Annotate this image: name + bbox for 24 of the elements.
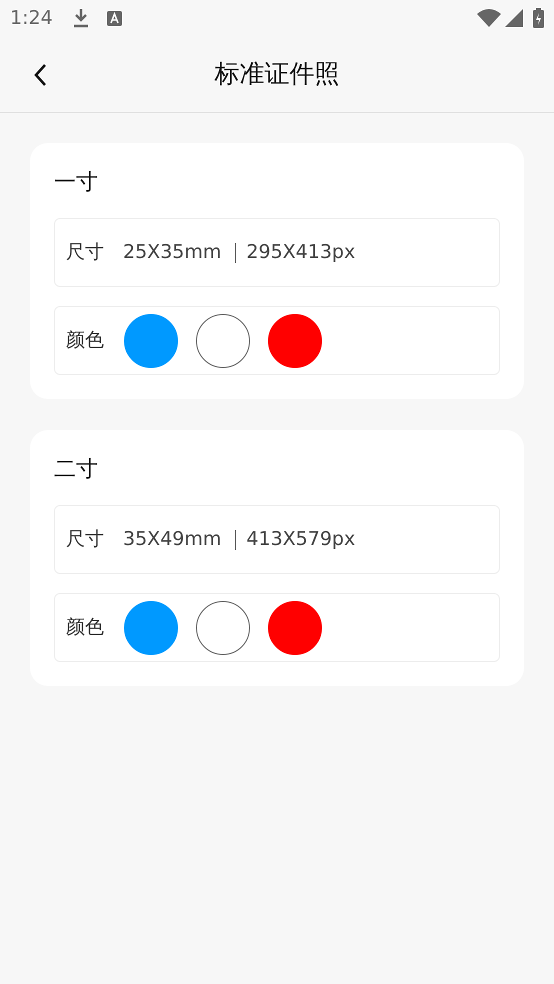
card-title: 一寸 <box>54 169 98 197</box>
color-swatch[interactable] <box>124 314 178 368</box>
size-mm: 35X49mm <box>123 527 222 552</box>
color-label: 颜色 <box>66 328 104 354</box>
size-mm: 25X35mm <box>123 240 222 266</box>
color-swatch[interactable] <box>196 600 250 654</box>
page-title: 标准证件照 <box>214 58 340 90</box>
color-swatch[interactable] <box>268 314 322 368</box>
color-swatch[interactable] <box>196 314 250 368</box>
color-swatch[interactable] <box>268 600 322 654</box>
color-label: 颜色 <box>66 615 104 640</box>
size-px: 295X413px <box>246 240 356 266</box>
text-icon <box>106 10 122 26</box>
signal-icon <box>505 9 523 27</box>
size-px: 413X579px <box>246 527 356 552</box>
size-label: 尺寸 <box>66 527 104 552</box>
battery-icon <box>533 8 544 28</box>
wifi-icon <box>477 9 501 27</box>
download-icon <box>72 8 89 28</box>
back-icon <box>33 63 47 87</box>
card-title: 二寸 <box>54 456 98 484</box>
status-time: 1:24 <box>10 6 53 31</box>
color-swatch[interactable] <box>124 600 178 654</box>
size-label: 尺寸 <box>66 240 104 266</box>
